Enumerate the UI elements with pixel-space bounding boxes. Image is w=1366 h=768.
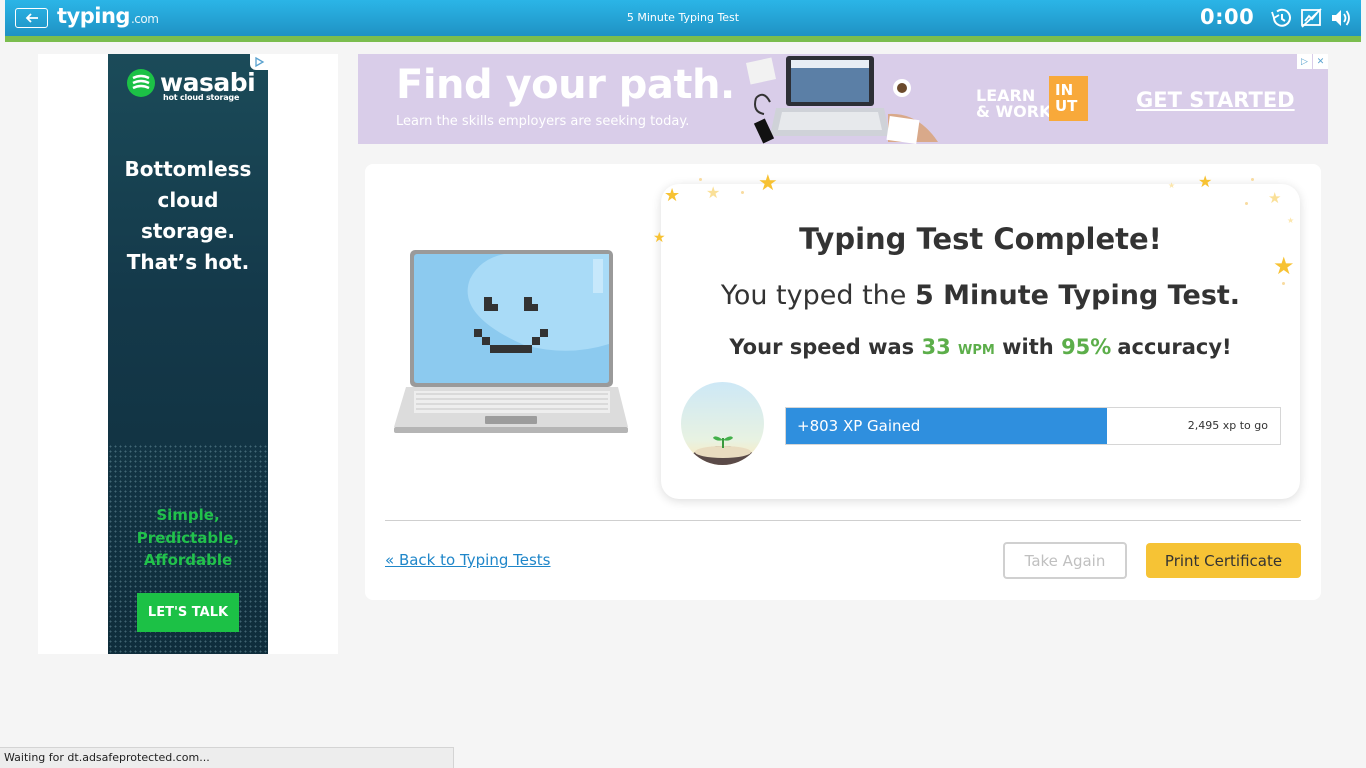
xp-to-go-label: 2,495 xp to go [1187, 419, 1268, 432]
sparkle-dot [699, 178, 702, 181]
volume-icon[interactable] [1329, 7, 1353, 29]
star-icon: ★ [706, 183, 721, 202]
in-out-line: UT [1055, 97, 1078, 115]
wasabi-tagline: hot cloud storage [163, 93, 240, 102]
accuracy-value: 95% [1061, 335, 1112, 359]
banner-subline: Learn the skills employers are seeking t… [396, 114, 690, 129]
result-speed-line: Your speed was 33 WPM with 95% accuracy! [661, 335, 1300, 359]
in-out-logo: IN UT [1049, 76, 1088, 121]
star-icon: ★ [1273, 252, 1295, 280]
ad-headline-line: storage. [140, 219, 236, 243]
ad-headline-line: Bottomless [124, 157, 252, 181]
back-to-typing-tests-link[interactable]: « Back to Typing Tests [385, 551, 551, 569]
xp-progress-bar: +803 XP Gained 2,495 xp to go [785, 407, 1281, 445]
ad-tagline: Simple, Predictable, Affordable [108, 504, 268, 572]
accent-line [5, 36, 1361, 42]
print-certificate-button[interactable]: Print Certificate [1146, 543, 1301, 578]
learn-work-label: LEARN & WORK [976, 88, 1052, 120]
xp-gained-label: +803 XP Gained [797, 417, 921, 435]
xp-progress-fill: +803 XP Gained [786, 408, 1108, 444]
history-icon[interactable] [1269, 7, 1293, 29]
top-banner-ad[interactable]: Find your path. Learn the skills employe… [358, 54, 1328, 144]
sparkle-dot [1251, 178, 1254, 181]
star-icon: ★ [1198, 172, 1213, 191]
sparkle-dot [1245, 202, 1248, 205]
test-name: 5 Minute Typing Test. [914, 280, 1241, 311]
speed-suffix: accuracy! [1117, 335, 1232, 359]
ad-headline-line: cloud [157, 188, 219, 212]
browser-status-bar: Waiting for dt.adsafeprotected.com... [0, 747, 454, 768]
ad-headline-line: That’s hot. [126, 250, 250, 274]
typed-prefix: You typed the [720, 280, 907, 311]
divider [385, 520, 1301, 521]
timer: 0:00 [1200, 5, 1255, 29]
result-test-line: You typed the 5 Minute Typing Test. [661, 280, 1300, 311]
sprout-avatar [681, 382, 764, 465]
speed-chart-icon[interactable] [1300, 7, 1324, 29]
sparkle-dot [741, 191, 744, 194]
banner-headline: Find your path. [396, 62, 735, 108]
laptop-mascot-illustration [394, 250, 628, 433]
ad-tagline-line: Affordable [143, 551, 233, 569]
wpm-value: 33 [921, 335, 951, 359]
wpm-unit: WPM [958, 343, 995, 358]
star-icon: ★ [1168, 181, 1176, 190]
star-icon: ★ [664, 185, 681, 206]
page-title: 5 Minute Typing Test [626, 11, 740, 24]
in-out-line: IN [1055, 81, 1074, 99]
ad-badges: ▷ ✕ [1297, 54, 1328, 69]
learn-work-line: & WORK [976, 102, 1052, 121]
ad-headline: Bottomless cloud storage. That’s hot. [108, 154, 268, 278]
ad-tagline-line: Simple, [156, 506, 220, 524]
wasabi-leaf-icon [127, 69, 155, 97]
ad-choices-icon[interactable]: ▷ [1297, 54, 1312, 69]
close-icon[interactable]: ✕ [1313, 54, 1328, 69]
laptop-desk-image [745, 56, 938, 144]
star-icon: ★ [758, 171, 778, 196]
left-ad[interactable]: wasabi hot cloud storage Bottomless clou… [108, 54, 268, 654]
top-bar: typing.com 5 Minute Typing Test 0:00 [5, 0, 1361, 36]
lets-talk-button[interactable]: LET'S TALK [137, 593, 239, 632]
take-again-button[interactable]: Take Again [1003, 542, 1127, 579]
page: typing.com 5 Minute Typing Test 0:00 was… [0, 0, 1366, 768]
ad-tagline-line: Predictable, [136, 528, 240, 547]
star-icon: ★ [1268, 189, 1282, 207]
speed-prefix: Your speed was [729, 335, 915, 359]
speed-mid: with [1002, 335, 1054, 359]
get-started-link[interactable]: GET STARTED [1136, 88, 1295, 112]
result-title: Typing Test Complete! [799, 222, 1162, 256]
